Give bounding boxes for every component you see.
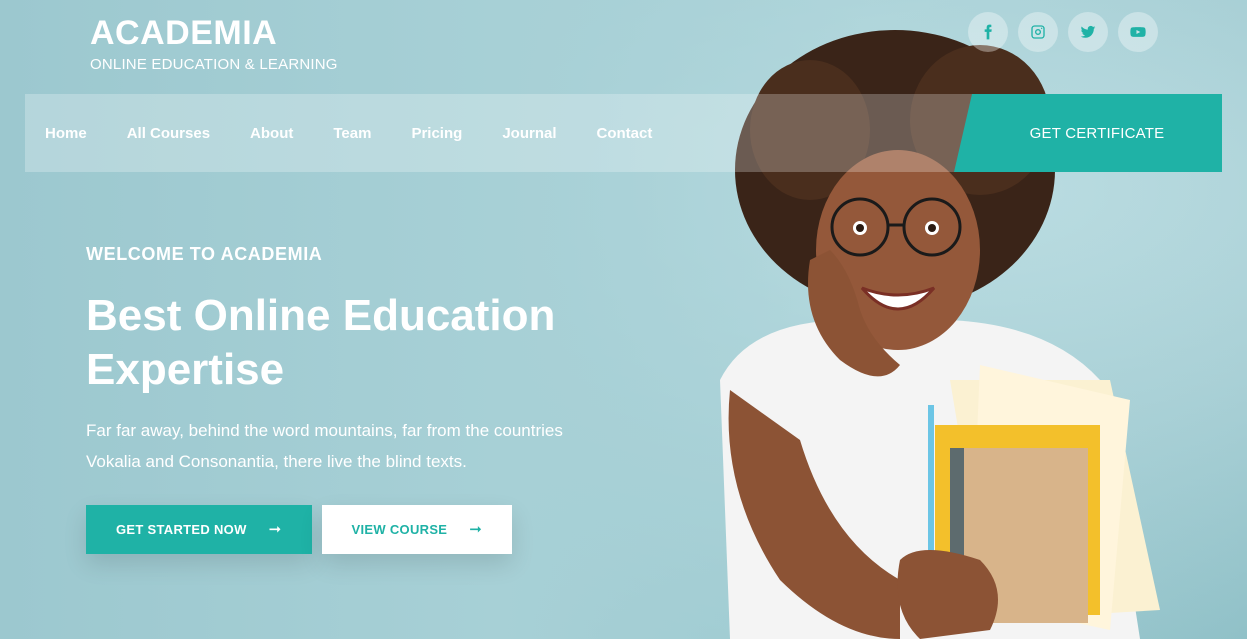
youtube-button[interactable] <box>1118 12 1158 52</box>
nav-item-pricing[interactable]: Pricing <box>411 125 462 142</box>
twitter-icon <box>1080 25 1096 38</box>
get-certificate-button[interactable]: GET CERTIFICATE <box>954 94 1222 172</box>
nav-item-contact[interactable]: Contact <box>597 125 653 142</box>
nav-item-journal[interactable]: Journal <box>502 125 556 142</box>
description-line-1: Far far away, behind the word mountains,… <box>86 421 563 440</box>
facebook-button[interactable] <box>968 12 1008 52</box>
get-started-button[interactable]: GET STARTED NOW ➞ <box>86 505 312 554</box>
headline-line-2: Expertise <box>86 345 285 394</box>
brand-tagline: ONLINE EDUCATION & LEARNING <box>90 56 338 73</box>
nav-item-all-courses[interactable]: All Courses <box>127 125 210 142</box>
main-navbar: Home All Courses About Team Pricing Jour… <box>25 94 1222 172</box>
nav-item-about[interactable]: About <box>250 125 293 142</box>
arrow-right-icon: ➞ <box>268 521 282 538</box>
instagram-button[interactable] <box>1018 12 1058 52</box>
get-started-label: GET STARTED NOW <box>116 522 247 537</box>
social-links <box>968 12 1158 52</box>
instagram-icon <box>1031 25 1045 39</box>
view-course-button[interactable]: VIEW COURSE ➞ <box>321 505 513 554</box>
headline-line-1: Best Online Education <box>86 291 556 340</box>
hero-headline: Best Online Education Expertise <box>86 289 626 397</box>
hero-description: Far far away, behind the word mountains,… <box>86 415 626 477</box>
description-line-2: Vokalia and Consonantia, there live the … <box>86 452 467 471</box>
nav-item-home[interactable]: Home <box>45 125 87 142</box>
hero-content: WELCOME TO ACADEMIA Best Online Educatio… <box>86 244 626 477</box>
hero-actions: GET STARTED NOW ➞ VIEW COURSE ➞ <box>86 505 513 554</box>
hero-eyebrow: WELCOME TO ACADEMIA <box>86 244 323 264</box>
nav-item-team[interactable]: Team <box>333 125 371 142</box>
view-course-label: VIEW COURSE <box>351 522 448 537</box>
arrow-right-icon: ➞ <box>469 521 483 538</box>
brand[interactable]: ACADEMIA ONLINE EDUCATION & LEARNING <box>90 16 338 73</box>
nav-menu: Home All Courses About Team Pricing Jour… <box>45 94 652 172</box>
twitter-button[interactable] <box>1068 12 1108 52</box>
facebook-icon <box>984 24 992 40</box>
brand-name[interactable]: ACADEMIA <box>90 16 338 50</box>
youtube-icon <box>1130 27 1146 37</box>
